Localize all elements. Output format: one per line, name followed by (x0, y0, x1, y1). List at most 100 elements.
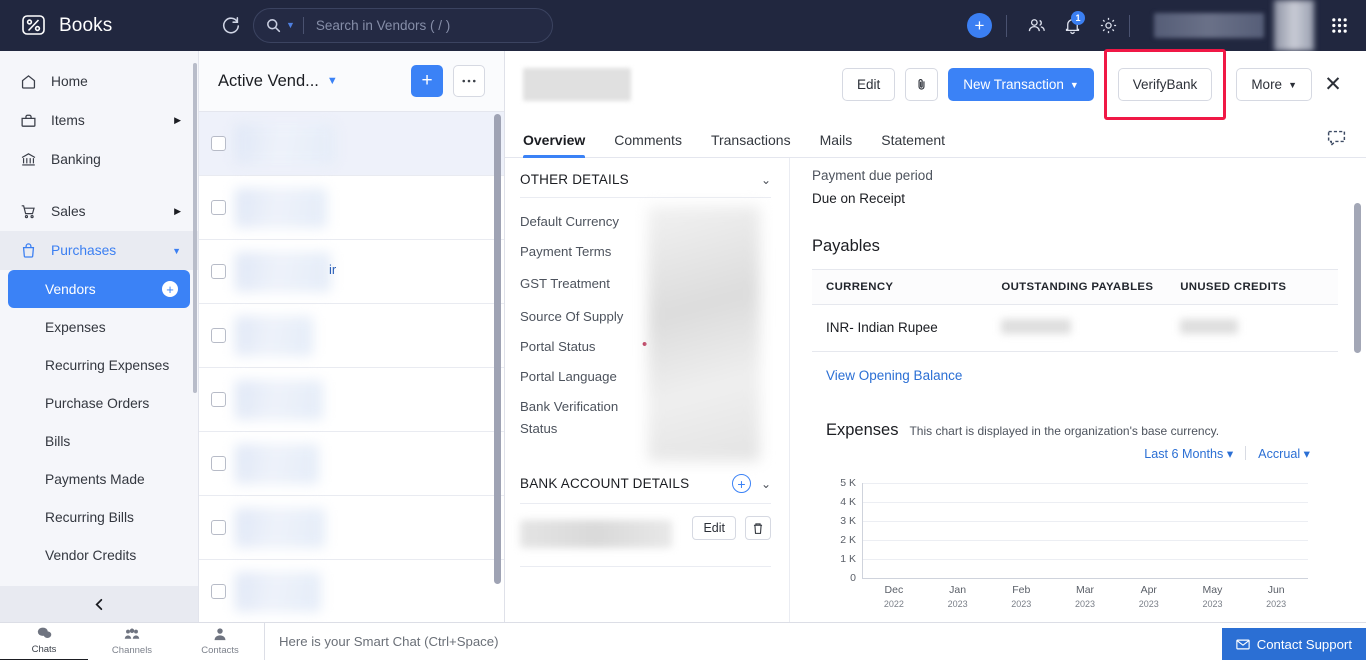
vendor-list-scrollbar[interactable] (494, 114, 501, 584)
sidebar-item-label: Sales (51, 204, 86, 219)
edit-button[interactable]: Edit (842, 68, 896, 101)
people-icon[interactable] (1021, 11, 1051, 41)
application-window: Books ▼ + (0, 0, 1366, 660)
bank-icon (19, 150, 38, 169)
more-button[interactable]: More ▼ (1236, 68, 1312, 101)
home-icon (19, 72, 38, 91)
row-checkbox[interactable] (211, 392, 226, 407)
search-bar[interactable]: ▼ (253, 8, 553, 43)
expenses-header: Expenses This chart is displayed in the … (826, 421, 1338, 440)
chart-range-selector[interactable]: Last 6 Months ▾ (1144, 446, 1233, 461)
x-tick: Feb 2023 (1011, 583, 1032, 609)
brand-logo-area[interactable]: Books (0, 0, 199, 51)
table-row[interactable] (199, 496, 504, 560)
table-row[interactable] (199, 304, 504, 368)
detail-body: OTHER DETAILS ⌄ Default Currency Payment… (505, 158, 1366, 622)
row-checkbox[interactable] (211, 328, 226, 343)
sidebar-item-label: Items (51, 113, 85, 128)
sidebar-item-label: Recurring Bills (45, 509, 134, 525)
sidebar-item-vendor-credits[interactable]: Vendor Credits (0, 536, 198, 574)
table-row[interactable] (199, 432, 504, 496)
sidebar-item-purchases[interactable]: Purchases ▼ (0, 231, 198, 270)
grid-apps-icon[interactable] (1322, 9, 1356, 43)
bell-icon[interactable]: 1 (1057, 10, 1087, 41)
chevron-down-icon[interactable]: ▼ (327, 75, 338, 87)
divider (302, 17, 304, 34)
search-scope-chevron-down-icon[interactable]: ▼ (286, 21, 295, 30)
vendor-list-more-button[interactable] (453, 65, 485, 97)
bottom-tab-chats[interactable]: Chats (0, 623, 88, 660)
chevron-down-icon[interactable]: ⌄ (761, 173, 771, 187)
row-checkbox[interactable] (211, 264, 226, 279)
sidebar-item-banking[interactable]: Banking (0, 140, 198, 179)
sidebar-nav: Home Items ▶ Banking Sales ▶ Purchases ▼… (0, 51, 198, 574)
y-tick: 5 K (840, 476, 856, 489)
sidebar-item-sales[interactable]: Sales ▶ (0, 192, 198, 231)
bottom-tab-contacts[interactable]: Contacts (176, 623, 264, 660)
y-tick: 1 K (840, 552, 856, 565)
gridline (863, 501, 1308, 503)
bank-account-section-header: BANK ACCOUNT DETAILS + ⌄ (520, 474, 771, 505)
view-opening-balance-link[interactable]: View Opening Balance (826, 368, 962, 383)
add-bank-account-plus-circle-icon[interactable]: + (731, 474, 751, 494)
table-row[interactable] (199, 176, 504, 240)
chart-plot-area (862, 482, 1308, 579)
sidebar-item-bills[interactable]: Bills (0, 422, 198, 460)
close-icon[interactable]: ✕ (1318, 70, 1348, 100)
refresh-icon[interactable] (216, 11, 246, 41)
new-transaction-button[interactable]: New Transaction ▼ (948, 68, 1094, 101)
row-checkbox[interactable] (211, 200, 226, 215)
sidebar-item-items[interactable]: Items ▶ (0, 101, 198, 140)
table-row[interactable] (199, 368, 504, 432)
chevron-down-icon[interactable]: ⌄ (761, 477, 771, 491)
search-input[interactable] (315, 18, 540, 33)
quick-create-plus-icon[interactable]: + (967, 13, 992, 38)
table-row[interactable] (199, 112, 504, 176)
row-checkbox[interactable] (211, 584, 226, 599)
delete-bank-account-button[interactable] (745, 516, 771, 541)
vendor-list-filter-title[interactable]: Active Vend... (218, 72, 319, 91)
channels-icon (124, 627, 140, 644)
sidebar-item-recurring-expenses[interactable]: Recurring Expenses (0, 346, 198, 384)
table-row[interactable] (199, 560, 504, 622)
sidebar-item-purchase-orders[interactable]: Purchase Orders (0, 384, 198, 422)
payment-due-label: Payment due period (812, 168, 933, 183)
tab-overview[interactable]: Overview (523, 132, 586, 158)
sidebar-item-expenses[interactable]: Expenses (0, 308, 198, 346)
attachment-button[interactable] (905, 68, 939, 101)
contact-support-button[interactable]: Contact Support (1221, 628, 1366, 660)
row-checkbox[interactable] (211, 456, 226, 471)
sidebar-item-home[interactable]: Home (0, 62, 198, 101)
add-vendor-plus-icon[interactable]: + (162, 281, 178, 297)
tab-transactions[interactable]: Transactions (711, 132, 791, 157)
table-row[interactable]: ir (199, 240, 504, 304)
sidebar-collapse-button[interactable] (0, 586, 198, 622)
vendor-name-redacted (523, 68, 631, 101)
chevron-down-icon: ▼ (1069, 79, 1079, 90)
row-checkbox[interactable] (211, 136, 226, 151)
sidebar-item-recurring-bills[interactable]: Recurring Bills (0, 498, 198, 536)
y-tick: 2 K (840, 533, 856, 546)
sidebar-scrollbar[interactable] (193, 63, 197, 393)
comment-bubble-icon[interactable] (1326, 129, 1348, 151)
smart-chat-input[interactable]: Here is your Smart Chat (Ctrl+Space) (265, 634, 1366, 649)
row-checkbox[interactable] (211, 520, 226, 535)
new-vendor-button[interactable]: + (411, 65, 443, 97)
bottom-tab-channels[interactable]: Channels (88, 623, 176, 660)
bottom-bar: Chats Channels Contacts Here is your Sma… (0, 622, 1366, 660)
verify-bank-button[interactable]: VerifyBank (1117, 68, 1213, 101)
tab-comments[interactable]: Comments (614, 132, 682, 157)
tab-statement[interactable]: Statement (881, 132, 945, 157)
avatar[interactable] (1274, 0, 1314, 51)
column-header-unused-credits: UNUSED CREDITS (1180, 268, 1338, 305)
sidebar-item-payments-made[interactable]: Payments Made (0, 460, 198, 498)
chevron-down-icon: ▼ (172, 245, 181, 256)
x-tick: Dec 2022 (883, 583, 904, 609)
organization-name-redacted[interactable] (1154, 13, 1264, 38)
detail-scrollbar[interactable] (1354, 203, 1361, 353)
sidebar-item-vendors[interactable]: Vendors + (8, 270, 190, 308)
chart-basis-selector[interactable]: Accrual ▾ (1258, 446, 1310, 461)
gear-icon[interactable] (1093, 11, 1123, 41)
tab-mails[interactable]: Mails (820, 132, 853, 157)
edit-bank-account-button[interactable]: Edit (692, 516, 736, 541)
